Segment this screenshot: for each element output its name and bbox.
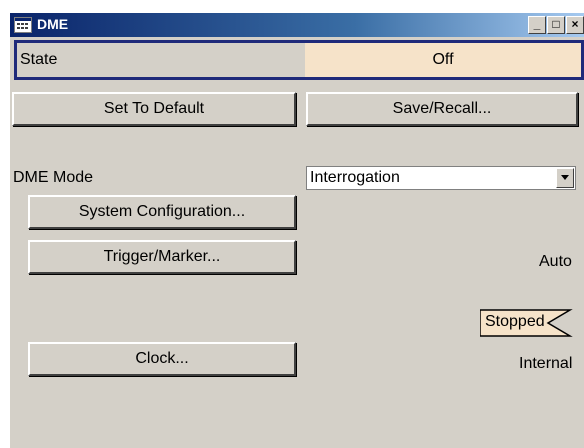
dme-window: DME _ □ × State Off Set To Default Save/… bbox=[10, 13, 584, 448]
window-title: DME bbox=[37, 16, 69, 32]
state-toggle[interactable]: Off bbox=[305, 43, 581, 77]
dme-mode-label: DME Mode bbox=[13, 169, 94, 186]
dme-mode-value: Interrogation bbox=[310, 169, 400, 186]
set-to-default-button[interactable]: Set To Default bbox=[12, 92, 296, 126]
close-button[interactable]: × bbox=[566, 16, 584, 34]
system-configuration-button[interactable]: System Configuration... bbox=[28, 195, 296, 229]
save-recall-button[interactable]: Save/Recall... bbox=[306, 92, 578, 126]
dme-mode-select[interactable]: Interrogation bbox=[306, 166, 576, 190]
clock-button[interactable]: Clock... bbox=[28, 342, 296, 376]
trigger-marker-button[interactable]: Trigger/Marker... bbox=[28, 240, 296, 274]
chevron-down-icon[interactable] bbox=[556, 168, 574, 188]
trigger-status-indicator: Stopped bbox=[480, 309, 580, 337]
state-label: State bbox=[20, 51, 58, 68]
app-icon bbox=[14, 17, 32, 33]
trigger-mode-value: Auto bbox=[539, 253, 572, 270]
title-bar[interactable]: DME _ □ × bbox=[10, 13, 584, 37]
clock-source-value: Internal bbox=[519, 355, 573, 372]
trigger-status-text: Stopped bbox=[485, 313, 545, 330]
maximize-button[interactable]: □ bbox=[547, 16, 565, 34]
state-row: State Off bbox=[14, 40, 584, 80]
minimize-button[interactable]: _ bbox=[528, 16, 546, 34]
